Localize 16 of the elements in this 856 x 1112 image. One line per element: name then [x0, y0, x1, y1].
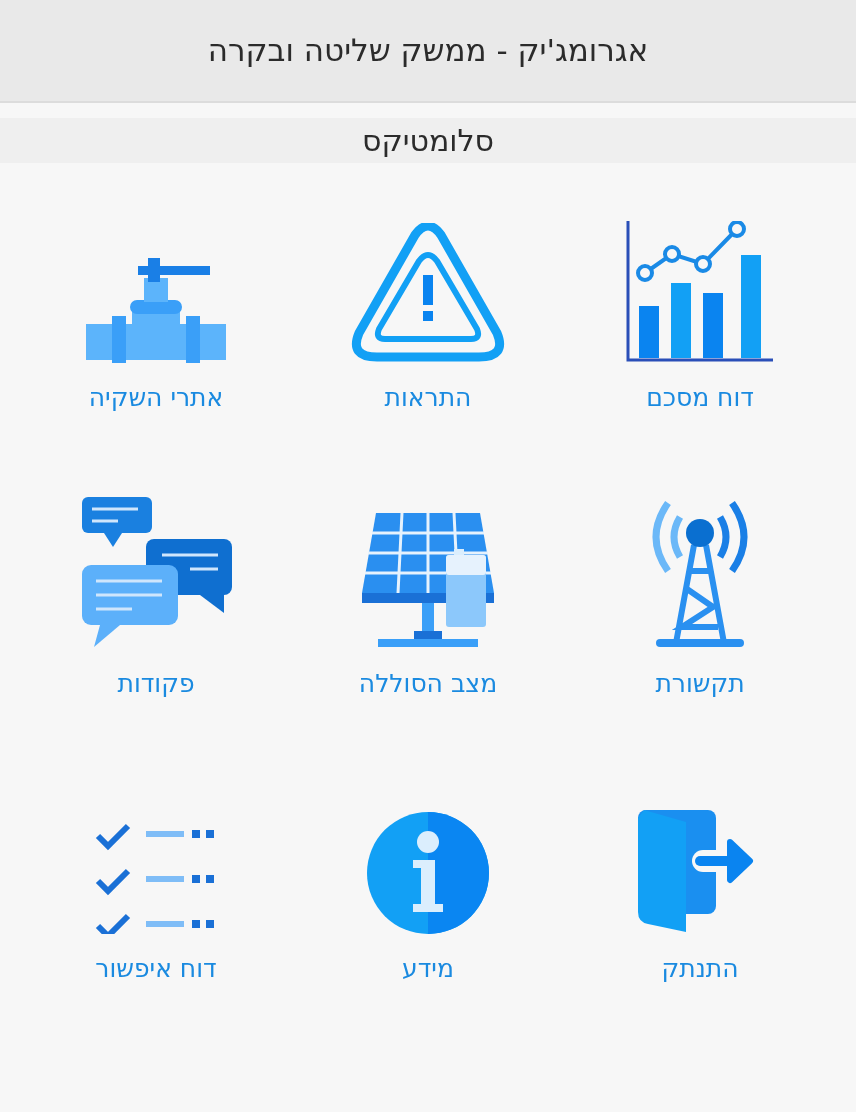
menu-tile[interactable]: תקשורת	[564, 498, 836, 702]
menu-tile[interactable]: דוח איפשור	[20, 784, 292, 988]
menu-tile[interactable]: מידע	[292, 784, 564, 988]
warning-icon	[351, 223, 505, 363]
valve-icon	[86, 258, 226, 363]
menu-tile[interactable]: פקודות	[20, 498, 292, 702]
info-icon	[367, 812, 489, 934]
menu-tile[interactable]: אתרי השקיה	[20, 213, 292, 417]
menu-tile[interactable]: התראות	[292, 213, 564, 417]
app-title: אגרומג'יק - ממשק שליטה ובקרה	[207, 31, 649, 71]
chart-icon	[625, 221, 775, 363]
chat-bubbles-icon	[80, 496, 232, 649]
menu-tile[interactable]: דוח מסכם	[564, 213, 836, 417]
menu-tile[interactable]: מצב הסוללה	[292, 498, 564, 702]
subheader-title: סלומטיקס	[362, 122, 494, 160]
menu-tile[interactable]: התנתק	[564, 784, 836, 988]
